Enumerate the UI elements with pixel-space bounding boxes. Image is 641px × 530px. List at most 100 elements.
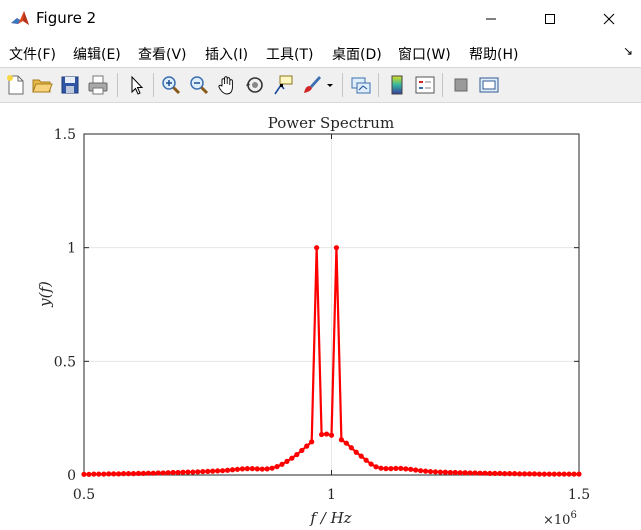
data-point <box>259 466 265 472</box>
menu-edit[interactable]: 编辑(E) <box>73 44 121 64</box>
menu-insert[interactable]: 插入(I) <box>205 44 248 64</box>
data-point <box>160 470 166 476</box>
data-point <box>215 468 221 474</box>
data-point <box>145 470 151 476</box>
print-icon[interactable] <box>86 73 110 97</box>
menu-help[interactable]: 帮助(H) <box>469 44 518 64</box>
data-point <box>96 471 102 477</box>
data-point <box>507 471 513 477</box>
figure-toolbar <box>0 67 641 103</box>
data-point <box>239 466 245 472</box>
power-spectrum-chart[interactable]: 0 0.5 1 1.5 0.5 1 1.5 Power Spectrum f / Hz y… <box>0 103 641 530</box>
close-button[interactable] <box>586 0 632 38</box>
data-point <box>502 471 508 477</box>
show-plot-tools-icon[interactable] <box>477 73 501 97</box>
data-point <box>155 470 161 476</box>
colorbar-icon[interactable] <box>385 73 409 97</box>
data-point <box>561 471 567 477</box>
menu-file[interactable]: 文件(F) <box>9 44 56 64</box>
x-exponent-power: 6 <box>570 510 576 521</box>
data-point <box>363 457 369 463</box>
menu-view[interactable]: 查看(V) <box>138 44 187 64</box>
legend-icon[interactable] <box>413 73 437 97</box>
data-point <box>472 470 478 476</box>
data-point <box>521 471 528 477</box>
data-point <box>408 466 414 472</box>
toolbar-separator <box>117 73 118 97</box>
matlab-logo-icon <box>10 9 30 29</box>
data-point <box>571 471 577 477</box>
data-point <box>140 470 146 477</box>
data-point <box>541 471 547 477</box>
menu-window[interactable]: 窗口(W) <box>398 44 451 64</box>
data-point <box>86 471 92 477</box>
chart-title: Power Spectrum <box>268 114 394 132</box>
data-point <box>447 469 453 476</box>
data-point <box>526 471 533 477</box>
data-point <box>101 471 107 477</box>
y-tick-label: 1 <box>67 241 76 257</box>
data-point <box>546 471 552 477</box>
data-point <box>487 470 493 477</box>
data-cursor-icon[interactable] <box>271 73 295 97</box>
data-point <box>264 466 270 472</box>
link-plot-icon[interactable] <box>349 73 373 97</box>
data-point <box>457 470 463 476</box>
data-point <box>121 471 127 477</box>
menu-bar: 文件(F) 编辑(E) 查看(V) 插入(I) 工具(T) 桌面(D) 窗口(W… <box>0 40 641 66</box>
data-point <box>492 470 498 477</box>
data-point <box>323 431 330 437</box>
x-tick-labels: 0.5 1 1.5 <box>73 487 590 503</box>
menu-desktop[interactable]: 桌面(D) <box>332 44 382 64</box>
data-point <box>135 470 142 477</box>
data-point <box>190 469 196 475</box>
data-point <box>398 465 404 472</box>
rotate-3d-icon[interactable] <box>243 73 267 97</box>
data-point <box>333 245 340 251</box>
data-point <box>512 471 518 477</box>
data-point <box>116 471 122 477</box>
data-point <box>442 469 448 475</box>
new-figure-icon[interactable] <box>4 73 28 97</box>
zoom-out-icon[interactable] <box>187 73 211 97</box>
pan-hand-icon[interactable] <box>215 73 239 97</box>
y-tick-labels: 0 0.5 1 1.5 <box>54 127 76 484</box>
data-point <box>111 471 117 477</box>
x-tick-label: 0.5 <box>73 487 95 503</box>
window-title: Figure 2 <box>36 9 97 27</box>
close-icon <box>603 13 615 25</box>
open-file-icon[interactable] <box>30 73 54 97</box>
data-point <box>180 469 186 475</box>
x-axis-label: f / Hz <box>309 509 351 527</box>
brush-dropdown-icon[interactable] <box>324 73 336 97</box>
data-point <box>422 468 429 474</box>
maximize-button[interactable] <box>527 0 573 38</box>
hide-plot-tools-icon[interactable] <box>449 73 473 97</box>
figure-canvas[interactable]: 0 0.5 1 1.5 0.5 1 1.5 Power Spectrum f / Hz y… <box>0 103 641 530</box>
data-point <box>244 466 250 472</box>
data-point <box>517 471 523 477</box>
brush-icon[interactable] <box>299 73 323 97</box>
data-point <box>482 470 488 476</box>
title-bar[interactable]: Figure 2 <box>0 0 641 38</box>
data-point <box>220 468 226 474</box>
data-point <box>432 469 439 475</box>
data-point <box>437 469 443 475</box>
data-point <box>254 466 260 472</box>
data-point <box>368 461 374 467</box>
data-point <box>373 464 379 470</box>
select-arrow-icon[interactable] <box>124 73 148 97</box>
data-point <box>294 451 300 458</box>
zoom-in-icon[interactable] <box>159 73 183 97</box>
data-point <box>418 468 424 474</box>
minimize-button[interactable] <box>468 0 514 38</box>
data-point <box>165 470 171 476</box>
toolbar-separator <box>442 73 443 97</box>
menu-tools[interactable]: 工具(T) <box>266 44 313 64</box>
x-exponent-label: ×106 <box>543 510 577 528</box>
data-point <box>378 465 384 471</box>
save-icon[interactable] <box>58 73 82 97</box>
figure-window: Figure 2 文件(F) 编辑(E) 查看(V) 插入(I) 工具(T) 桌… <box>0 0 641 530</box>
dock-arrow-icon[interactable]: ↘ <box>623 44 633 58</box>
data-point <box>328 432 335 438</box>
